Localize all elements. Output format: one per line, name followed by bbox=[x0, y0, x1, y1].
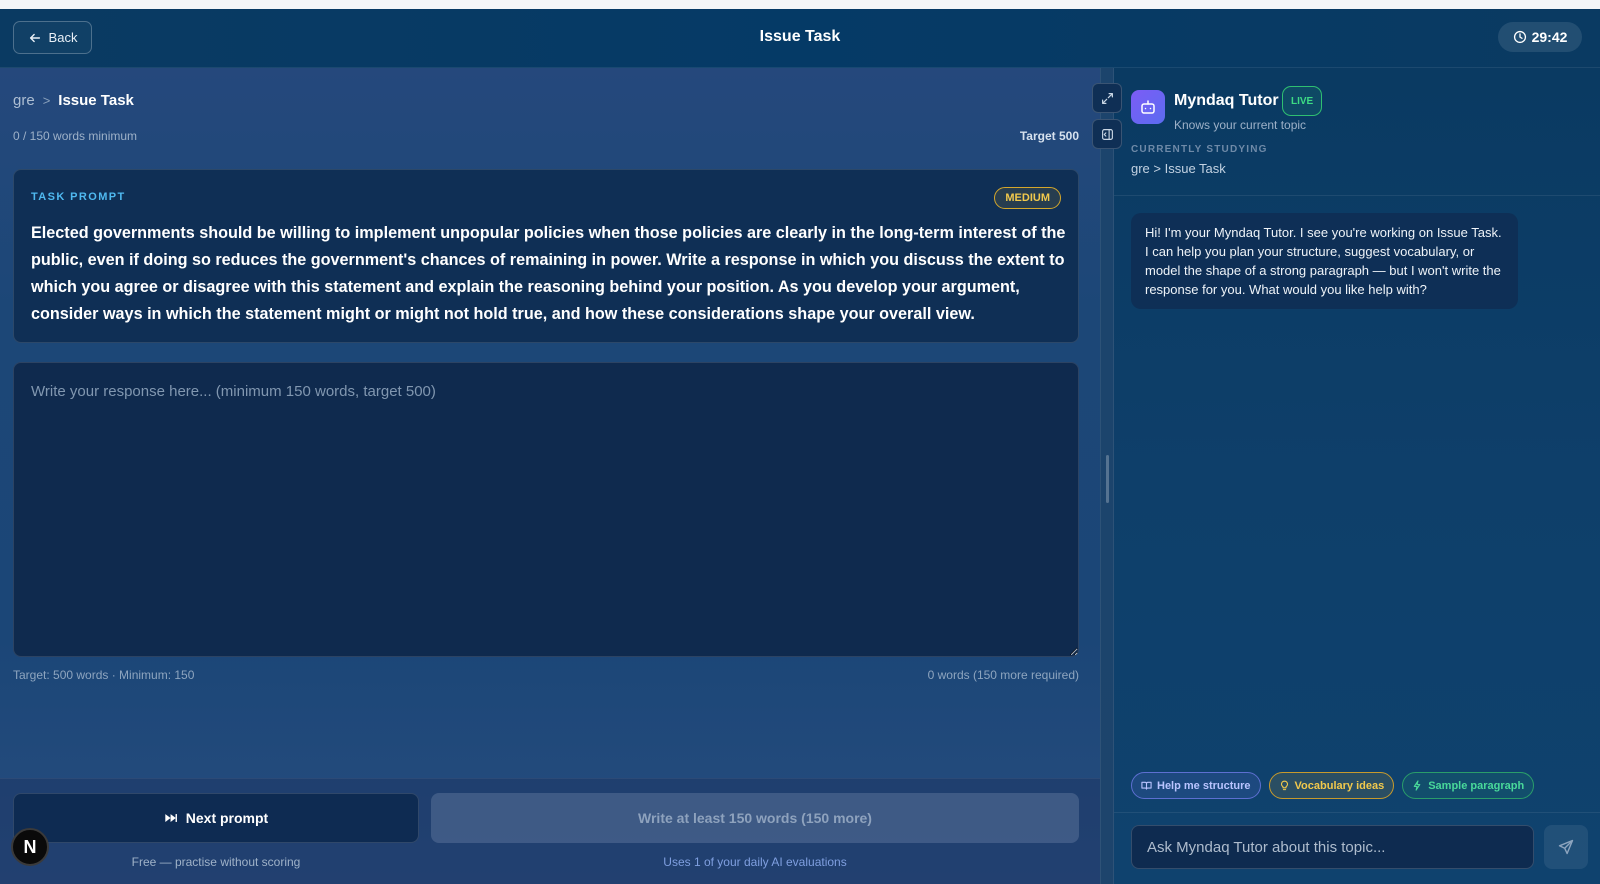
task-prompt-label: TASK PROMPT bbox=[31, 191, 126, 203]
expand-button[interactable] bbox=[1092, 83, 1122, 113]
target-minimum-note: Target: 500 words · Minimum: 150 bbox=[13, 668, 195, 682]
send-icon bbox=[1558, 839, 1574, 855]
chip-label: Help me structure bbox=[1157, 779, 1251, 792]
submit-button[interactable]: Write at least 150 words (150 more) bbox=[431, 793, 1079, 843]
tutor-subtitle: Knows your current topic bbox=[1174, 118, 1307, 132]
next-prompt-label: Next prompt bbox=[185, 810, 269, 826]
bot-avatar bbox=[1131, 90, 1165, 124]
sparkle-icon bbox=[1413, 780, 1421, 791]
breadcrumb-root[interactable]: gre bbox=[13, 92, 35, 109]
breadcrumb-current: Issue Task bbox=[58, 92, 134, 109]
words-required-note: 0 words (150 more required) bbox=[927, 668, 1079, 682]
chat-message-assistant: Hi! I'm your Myndaq Tutor. I see you're … bbox=[1131, 213, 1518, 309]
response-textarea[interactable] bbox=[14, 363, 1078, 656]
currently-studying-value: gre > Issue Task bbox=[1131, 161, 1226, 176]
word-count-status: 0 / 150 words minimum bbox=[13, 129, 138, 143]
evaluation-note: Uses 1 of your daily AI evaluations bbox=[663, 855, 847, 869]
top-header: Back Issue Task 29:42 bbox=[0, 9, 1600, 68]
chip-label: Vocabulary ideas bbox=[1294, 779, 1385, 792]
tutor-chat-input[interactable] bbox=[1131, 825, 1534, 869]
task-prompt-card: TASK PROMPT MEDIUM Elected governments s… bbox=[13, 169, 1079, 343]
chip-vocabulary-ideas[interactable]: Vocabulary ideas bbox=[1268, 772, 1395, 799]
timer-value: 29:42 bbox=[1531, 29, 1568, 45]
target-label: Target 500 bbox=[1019, 129, 1079, 143]
task-prompt-text: Elected governments should be willing to… bbox=[31, 224, 1066, 323]
skip-forward-icon bbox=[165, 814, 177, 822]
currently-studying-label: CURRENTLY STUDYING bbox=[1131, 144, 1268, 155]
clock-icon bbox=[1513, 30, 1526, 44]
breadcrumb: gre > Issue Task bbox=[13, 92, 134, 109]
panel-splitter[interactable] bbox=[1100, 68, 1114, 884]
expand-icon bbox=[1101, 92, 1113, 104]
panel-toggle-button[interactable] bbox=[1092, 119, 1122, 149]
editor-panel: gre > Issue Task 0 / 150 words minimum T… bbox=[0, 68, 1100, 884]
timer: 29:42 bbox=[1498, 22, 1582, 52]
bot-icon bbox=[1141, 100, 1155, 114]
chip-sample-paragraph[interactable]: Sample paragraph bbox=[1402, 772, 1535, 799]
splitter-handle[interactable] bbox=[1106, 455, 1109, 503]
lightbulb-icon bbox=[1280, 780, 1288, 791]
next-prompt-note: Free — practise without scoring bbox=[131, 855, 301, 869]
breadcrumb-separator: > bbox=[42, 93, 51, 108]
book-icon bbox=[1141, 781, 1152, 790]
browser-top-strip bbox=[0, 0, 1600, 9]
chip-label: Sample paragraph bbox=[1428, 779, 1525, 792]
response-editor bbox=[13, 362, 1079, 657]
next-prompt-button[interactable]: Next prompt bbox=[13, 793, 419, 843]
suggestion-chips: Help me structure Vocabulary ideas Sampl… bbox=[1131, 772, 1535, 799]
tutor-header: Myndaq Tutor LIVE Knows your current top… bbox=[1114, 68, 1600, 196]
difficulty-badge: MEDIUM bbox=[994, 187, 1061, 209]
chip-help-me-structure[interactable]: Help me structure bbox=[1131, 772, 1261, 799]
live-badge: LIVE bbox=[1282, 86, 1323, 116]
chat-composer bbox=[1114, 812, 1600, 884]
app-avatar[interactable]: N bbox=[11, 828, 49, 866]
send-button[interactable] bbox=[1544, 825, 1588, 869]
page-title: Issue Task bbox=[759, 28, 841, 45]
tutor-name: Myndaq Tutor bbox=[1174, 92, 1279, 109]
tutor-panel: Myndaq Tutor LIVE Knows your current top… bbox=[1114, 68, 1600, 884]
panel-toggle-icon bbox=[1101, 128, 1113, 140]
action-bar: Next prompt Write at least 150 words (15… bbox=[0, 778, 1100, 884]
